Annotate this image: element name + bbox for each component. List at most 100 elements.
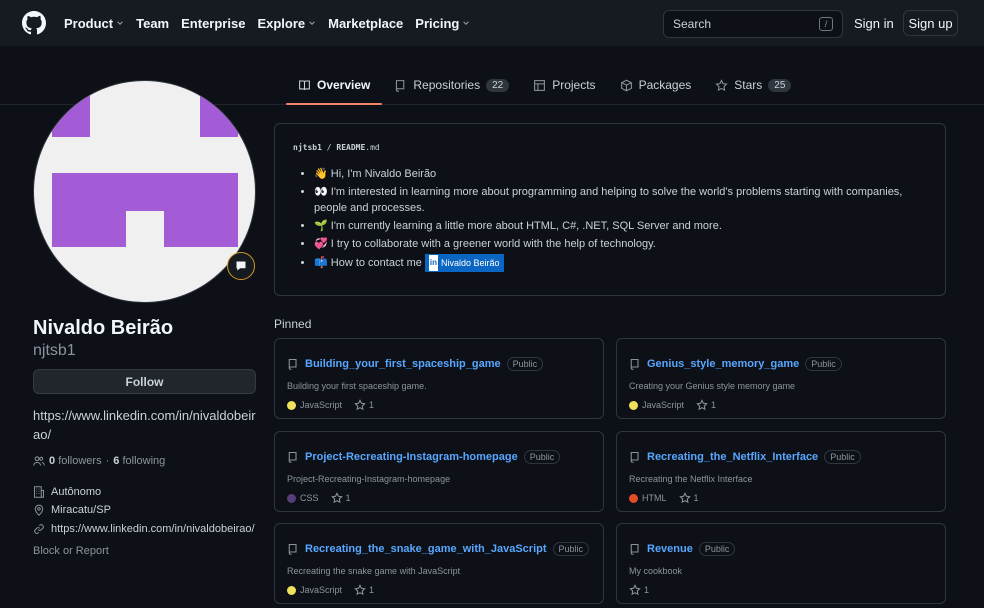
repo-name-link[interactable]: Recreating_the_Netflix_Interface xyxy=(647,451,818,463)
following-link[interactable]: 6 following xyxy=(113,455,165,467)
avatar[interactable] xyxy=(33,80,256,303)
repo-description: Project-Recreating-Instagram-homepage xyxy=(287,474,451,484)
nav-team[interactable]: Team xyxy=(136,16,169,31)
pinned-repo-card: Project-Recreating-Instagram-homepage Pub… xyxy=(274,431,604,512)
visibility-badge: Public xyxy=(552,542,590,556)
nav-explore[interactable]: Explore xyxy=(257,16,316,31)
readme-item: 👀 I'm interested in learning more about … xyxy=(314,184,926,216)
language-name: JavaScript xyxy=(300,585,343,595)
status-button[interactable] xyxy=(227,252,255,280)
nav-marketplace[interactable]: Marketplace xyxy=(328,16,403,31)
pinned-repo-card: Revenue Public My cookbook 1 xyxy=(616,523,946,604)
star-icon xyxy=(715,78,728,91)
language-color-dot xyxy=(629,400,638,410)
star-count: 1 xyxy=(693,493,699,503)
repo-icon xyxy=(630,543,639,555)
star-icon xyxy=(330,492,343,504)
readme-emoji: 👋 xyxy=(314,168,331,180)
search-input[interactable]: Search / xyxy=(663,10,843,38)
profile-username: njtsb1 xyxy=(33,342,76,359)
tab-repositories[interactable]: Repositories 22 xyxy=(382,66,521,104)
readme-item: 🌱 I'm currently learning a little more a… xyxy=(314,218,926,234)
repo-description: Creating your Genius style memory game xyxy=(629,381,796,391)
repo-stars-link[interactable]: 1 xyxy=(629,584,649,596)
readme-path-extension: .md xyxy=(365,143,380,152)
nav-enterprise[interactable]: Enterprise xyxy=(181,16,245,31)
repo-meta: JavaScript 1 xyxy=(287,399,374,411)
visibility-badge: Public xyxy=(523,450,561,464)
location-text: Miracatu/SP xyxy=(51,504,111,516)
readme-path-separator: / xyxy=(326,143,332,152)
sign-up-button[interactable]: Sign up xyxy=(903,10,958,36)
language-name: JavaScript xyxy=(300,400,343,410)
repo-stars-link[interactable]: 1 xyxy=(678,492,699,504)
visibility-badge: Public xyxy=(698,542,736,556)
repo-stars-link[interactable]: 1 xyxy=(330,492,351,504)
github-logo-icon[interactable] xyxy=(22,11,46,35)
readme-item: 📫 How to contact me inNivaldo Beirão xyxy=(314,254,926,272)
follow-button[interactable]: Follow xyxy=(33,369,256,394)
tab-overview[interactable]: Overview xyxy=(286,66,383,105)
followers-label: followers xyxy=(58,455,102,467)
location-detail: Miracatu/SP xyxy=(33,504,111,516)
repo-name-link[interactable]: Recreating_the_snake_game_with_JavaScrip… xyxy=(305,543,547,555)
card-header: Recreating_the_snake_game_with_JavaScrip… xyxy=(287,542,590,556)
language-color-dot xyxy=(287,493,296,503)
profile-fullname: Nivaldo Beirão xyxy=(33,317,174,339)
linkedin-badge-label: Nivaldo Beirão xyxy=(441,258,500,268)
card-header: Building_your_first_spaceship_game Public xyxy=(287,357,544,371)
repo-icon xyxy=(630,451,639,463)
repo-name-link[interactable]: Genius_style_memory_game xyxy=(647,358,799,370)
block-report-link[interactable]: Block or Report xyxy=(33,545,109,557)
linkedin-badge[interactable]: in Nivaldo Beirão xyxy=(424,254,504,272)
tab-packages[interactable]: Packages xyxy=(608,66,704,104)
tab-counter: 25 xyxy=(768,78,792,92)
following-count: 6 xyxy=(113,455,120,467)
linkedin-icon: in xyxy=(428,255,439,271)
repo-name-link[interactable]: Building_your_first_spaceship_game xyxy=(305,358,501,370)
repo-meta: 1 xyxy=(629,584,649,596)
readme-text: Hi, I'm Nivaldo Beirão xyxy=(330,168,437,180)
chevron-down-icon xyxy=(463,21,470,25)
readme-list: 👋 Hi, I'm Nivaldo Beirão 👀 I'm interested… xyxy=(314,166,926,274)
repo-stars-link[interactable]: 1 xyxy=(696,399,716,411)
tab-counter: 22 xyxy=(486,78,510,92)
nav-pricing[interactable]: Pricing xyxy=(415,16,470,31)
star-count: 1 xyxy=(345,493,351,503)
stats-separator: · xyxy=(105,455,110,467)
card-header: Genius_style_memory_game Public xyxy=(629,357,842,371)
followers-link[interactable]: 0 followers xyxy=(49,455,102,467)
profile-bio: https://www.linkedin.com/in/nivaldobeira… xyxy=(33,408,256,442)
readme-emoji: 💞️ xyxy=(314,238,331,250)
repo-stars-link[interactable]: 1 xyxy=(354,584,374,596)
star-count: 1 xyxy=(369,400,375,410)
star-icon xyxy=(354,584,366,596)
star-icon xyxy=(354,399,366,411)
repo-language: JavaScript xyxy=(287,585,342,595)
identicon-image xyxy=(52,81,238,261)
company-text: Autônomo xyxy=(51,486,102,498)
tab-stars[interactable]: Stars 25 xyxy=(703,66,803,104)
readme-path-file: README xyxy=(336,143,366,152)
tab-projects[interactable]: Projects xyxy=(521,66,607,104)
repo-name-link[interactable]: Revenue xyxy=(647,543,693,555)
nav-label: Explore xyxy=(257,15,306,31)
sign-in-link[interactable]: Sign in xyxy=(854,16,894,31)
repo-name-link[interactable]: Project-Recreating-Instagram-homepage xyxy=(305,451,518,463)
book-icon xyxy=(299,80,310,90)
tab-label: Packages xyxy=(638,78,692,92)
website-link[interactable]: https://www.linkedin.com/in/nivaldobeira… xyxy=(51,523,255,535)
repo-icon xyxy=(630,358,639,370)
readme-item: 👋 Hi, I'm Nivaldo Beirão xyxy=(314,166,926,182)
readme-emoji: 🌱 xyxy=(314,220,331,232)
nav-product[interactable]: Product xyxy=(64,16,124,31)
readme-path-user[interactable]: njtsb1 xyxy=(293,143,322,152)
repo-stars-link[interactable]: 1 xyxy=(354,399,374,411)
nav-label: Product xyxy=(64,15,114,31)
language-color-dot xyxy=(629,493,638,503)
language-color-dot xyxy=(287,400,296,410)
follow-stats: 0 followers · 6 following xyxy=(33,455,165,467)
location-pin-icon xyxy=(34,504,44,516)
repo-meta: HTML 1 xyxy=(629,492,699,504)
star-icon xyxy=(678,492,691,504)
